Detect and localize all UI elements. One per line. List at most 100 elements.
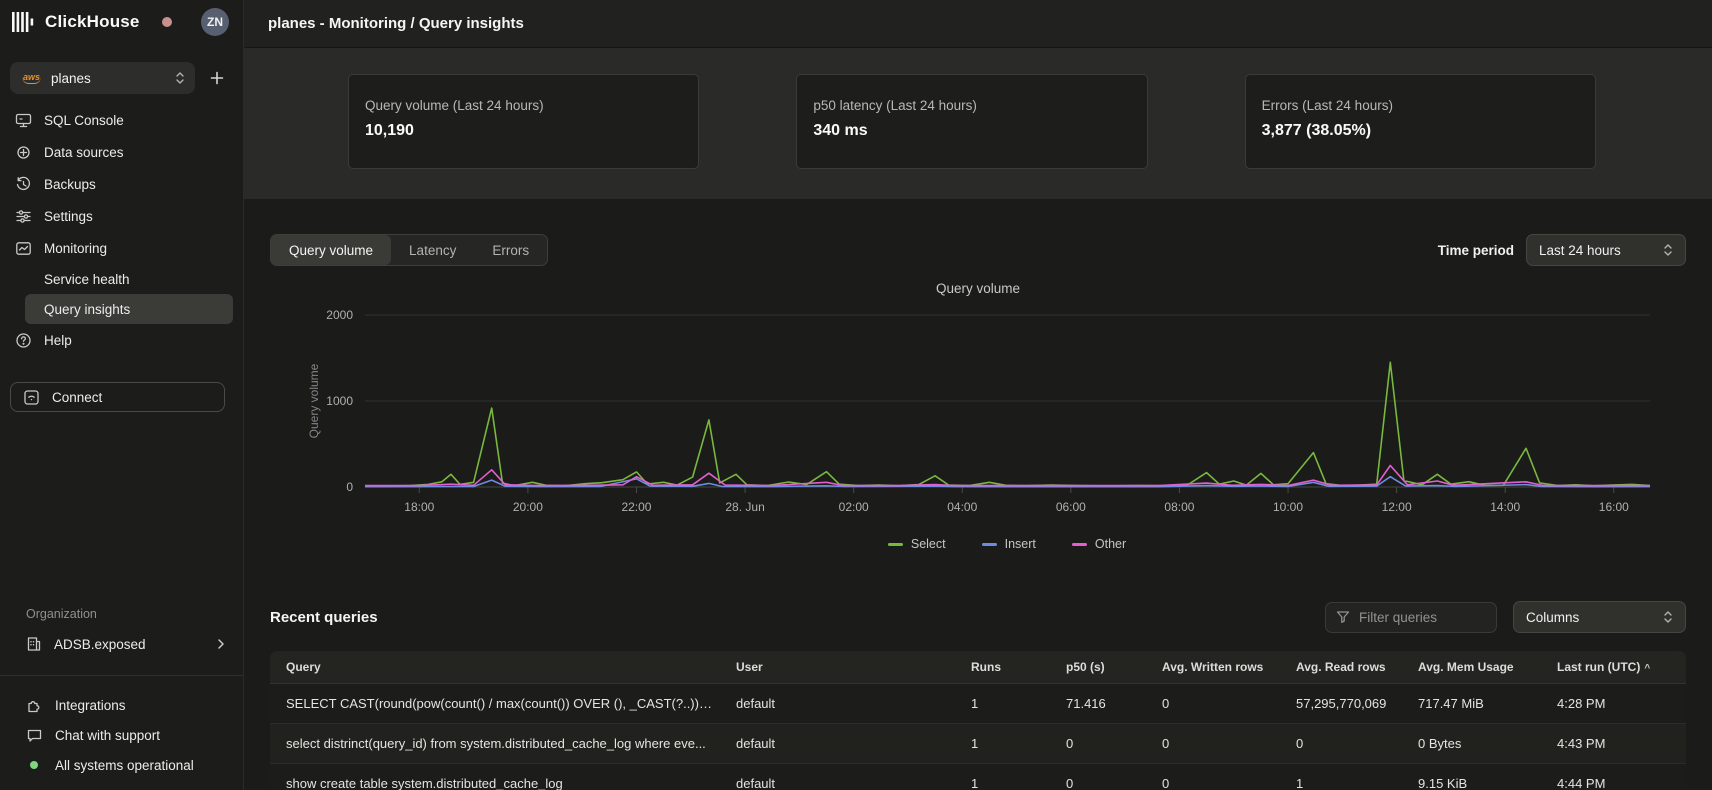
table-cell: 0 <box>1280 736 1402 751</box>
y-tick-label: 1000 <box>326 394 353 408</box>
sidebar-footer: Organization ADSB.exposed <box>0 607 243 780</box>
sidebar-item-help[interactable]: Help <box>0 324 243 356</box>
sort-asc-icon: ^ <box>1644 663 1650 674</box>
service-name: planes <box>51 71 91 86</box>
column-header[interactable]: Query <box>270 660 720 674</box>
sidebar-item-backups[interactable]: Backups <box>0 168 243 200</box>
x-tick-label: 06:00 <box>1056 500 1086 514</box>
time-period-label: Time period <box>1438 243 1514 258</box>
sidebar-item-data-sources[interactable]: Data sources <box>0 136 243 168</box>
table-cell: default <box>720 736 955 751</box>
sidebar-item-chat-support[interactable]: Chat with support <box>0 720 243 750</box>
time-period-select[interactable]: Last 24 hours <box>1526 234 1686 266</box>
legend-label: Select <box>911 537 946 551</box>
tab-latency[interactable]: Latency <box>391 235 474 265</box>
table-cell: 0 <box>1050 776 1146 790</box>
query-cell: select distrinct(query_id) from system.d… <box>270 736 720 751</box>
y-tick-label: 0 <box>346 480 353 494</box>
x-tick-label: 02:00 <box>839 500 869 514</box>
column-header[interactable]: Avg. Mem Usage <box>1402 660 1541 674</box>
table-cell: default <box>720 776 955 790</box>
footer-item-label: Chat with support <box>55 728 160 743</box>
connect-icon <box>23 389 40 406</box>
aws-icon: aws <box>22 72 41 84</box>
table-cell: 0 <box>1146 736 1280 751</box>
sql-console-icon <box>15 112 32 129</box>
stat-label: Query volume (Last 24 hours) <box>365 98 682 113</box>
column-header[interactable]: Avg. Read rows <box>1280 660 1402 674</box>
table-cell: 0 Bytes <box>1402 736 1541 751</box>
legend-item-select[interactable]: Select <box>888 536 946 552</box>
x-tick-label: 22:00 <box>621 500 651 514</box>
filter-queries-input[interactable] <box>1359 610 1479 625</box>
table-row[interactable]: select distrinct(query_id) from system.d… <box>270 724 1686 764</box>
footer-item-label: All systems operational <box>55 758 194 773</box>
organization-name: ADSB.exposed <box>54 637 146 652</box>
chart-title: Query volume <box>270 281 1686 299</box>
sidebar-subitem-label: Service health <box>44 272 130 287</box>
table-row[interactable]: show create table system.distributed_cac… <box>270 764 1686 790</box>
column-header[interactable]: Avg. Written rows <box>1146 660 1280 674</box>
sidebar-divider <box>0 675 243 676</box>
columns-select[interactable]: Columns <box>1513 601 1686 633</box>
tab-query-volume[interactable]: Query volume <box>271 235 391 265</box>
service-selector[interactable]: aws planes <box>10 62 195 94</box>
user-avatar[interactable]: ZN <box>201 8 229 36</box>
chart-tabs: Query volume Latency Errors <box>270 234 548 266</box>
column-header[interactable]: Last run (UTC)^ <box>1541 660 1686 674</box>
chevron-updown-icon <box>1663 243 1673 257</box>
footer-item-label: Integrations <box>55 698 126 713</box>
columns-label: Columns <box>1526 610 1579 625</box>
legend-label: Insert <box>1005 537 1036 551</box>
app-window: ClickHouse ZN aws planes <box>0 0 1712 790</box>
x-tick-label: 14:00 <box>1490 500 1520 514</box>
table-cell: default <box>720 696 955 711</box>
table-cell: 0 <box>1146 776 1280 790</box>
filter-funnel-icon <box>1336 610 1350 624</box>
organization-icon <box>26 636 42 652</box>
query-volume-chart[interactable]: 010002000Query volume18:0020:0022:0028. … <box>270 299 1686 519</box>
sidebar-menu: SQL Console Data sources Backups <box>0 104 243 356</box>
sidebar-item-monitoring[interactable]: Monitoring <box>0 232 243 264</box>
connect-button[interactable]: Connect <box>10 382 225 412</box>
table-cell: 0 <box>1050 736 1146 751</box>
system-status[interactable]: All systems operational <box>0 750 243 780</box>
table-cell: 9.15 KiB <box>1402 776 1541 790</box>
sidebar-item-label: Backups <box>44 177 96 192</box>
column-header[interactable]: Runs <box>955 660 1050 674</box>
add-service-button[interactable] <box>203 64 231 92</box>
x-tick-label: 10:00 <box>1273 500 1303 514</box>
tab-errors[interactable]: Errors <box>474 235 547 265</box>
recent-queries-title: Recent queries <box>270 609 378 626</box>
sidebar-item-settings[interactable]: Settings <box>0 200 243 232</box>
stat-card-query-volume: Query volume (Last 24 hours) 10,190 <box>348 74 699 169</box>
stat-value: 3,877 (38.05%) <box>1262 122 1579 140</box>
sidebar-item-label: Help <box>44 333 72 348</box>
sidebar-item-label: Settings <box>44 209 93 224</box>
main-area: planes - Monitoring / Query insights Que… <box>244 0 1712 790</box>
sidebar-subitem-query-insights[interactable]: Query insights <box>25 294 233 324</box>
legend-item-insert[interactable]: Insert <box>982 536 1036 552</box>
sidebar-item-label: Monitoring <box>44 241 107 256</box>
organization-selector[interactable]: ADSB.exposed <box>0 629 243 659</box>
sidebar-item-integrations[interactable]: Integrations <box>0 690 243 720</box>
filter-queries-box[interactable] <box>1325 602 1497 633</box>
chart-legend: Select Insert Other <box>299 536 1712 552</box>
column-header[interactable]: User <box>720 660 955 674</box>
x-tick-label: 08:00 <box>1164 500 1194 514</box>
brand-name: ClickHouse <box>45 12 140 32</box>
settings-sliders-icon <box>15 208 32 225</box>
stat-cards-band: Query volume (Last 24 hours) 10,190 p50 … <box>244 48 1712 199</box>
table-cell: 717.47 MiB <box>1402 696 1541 711</box>
table-cell: 1 <box>955 776 1050 790</box>
sidebar-item-sql-console[interactable]: SQL Console <box>0 104 243 136</box>
sidebar-item-label: SQL Console <box>44 113 124 128</box>
y-tick-label: 2000 <box>326 308 353 322</box>
column-header[interactable]: p50 (s) <box>1050 660 1146 674</box>
chevron-updown-icon <box>175 71 185 85</box>
table-row[interactable]: SELECT CAST(round(pow(count() / max(coun… <box>270 684 1686 724</box>
x-tick-label: 04:00 <box>947 500 977 514</box>
legend-dash-icon <box>888 543 903 546</box>
legend-item-other[interactable]: Other <box>1072 536 1126 552</box>
sidebar-subitem-service-health[interactable]: Service health <box>25 264 233 294</box>
